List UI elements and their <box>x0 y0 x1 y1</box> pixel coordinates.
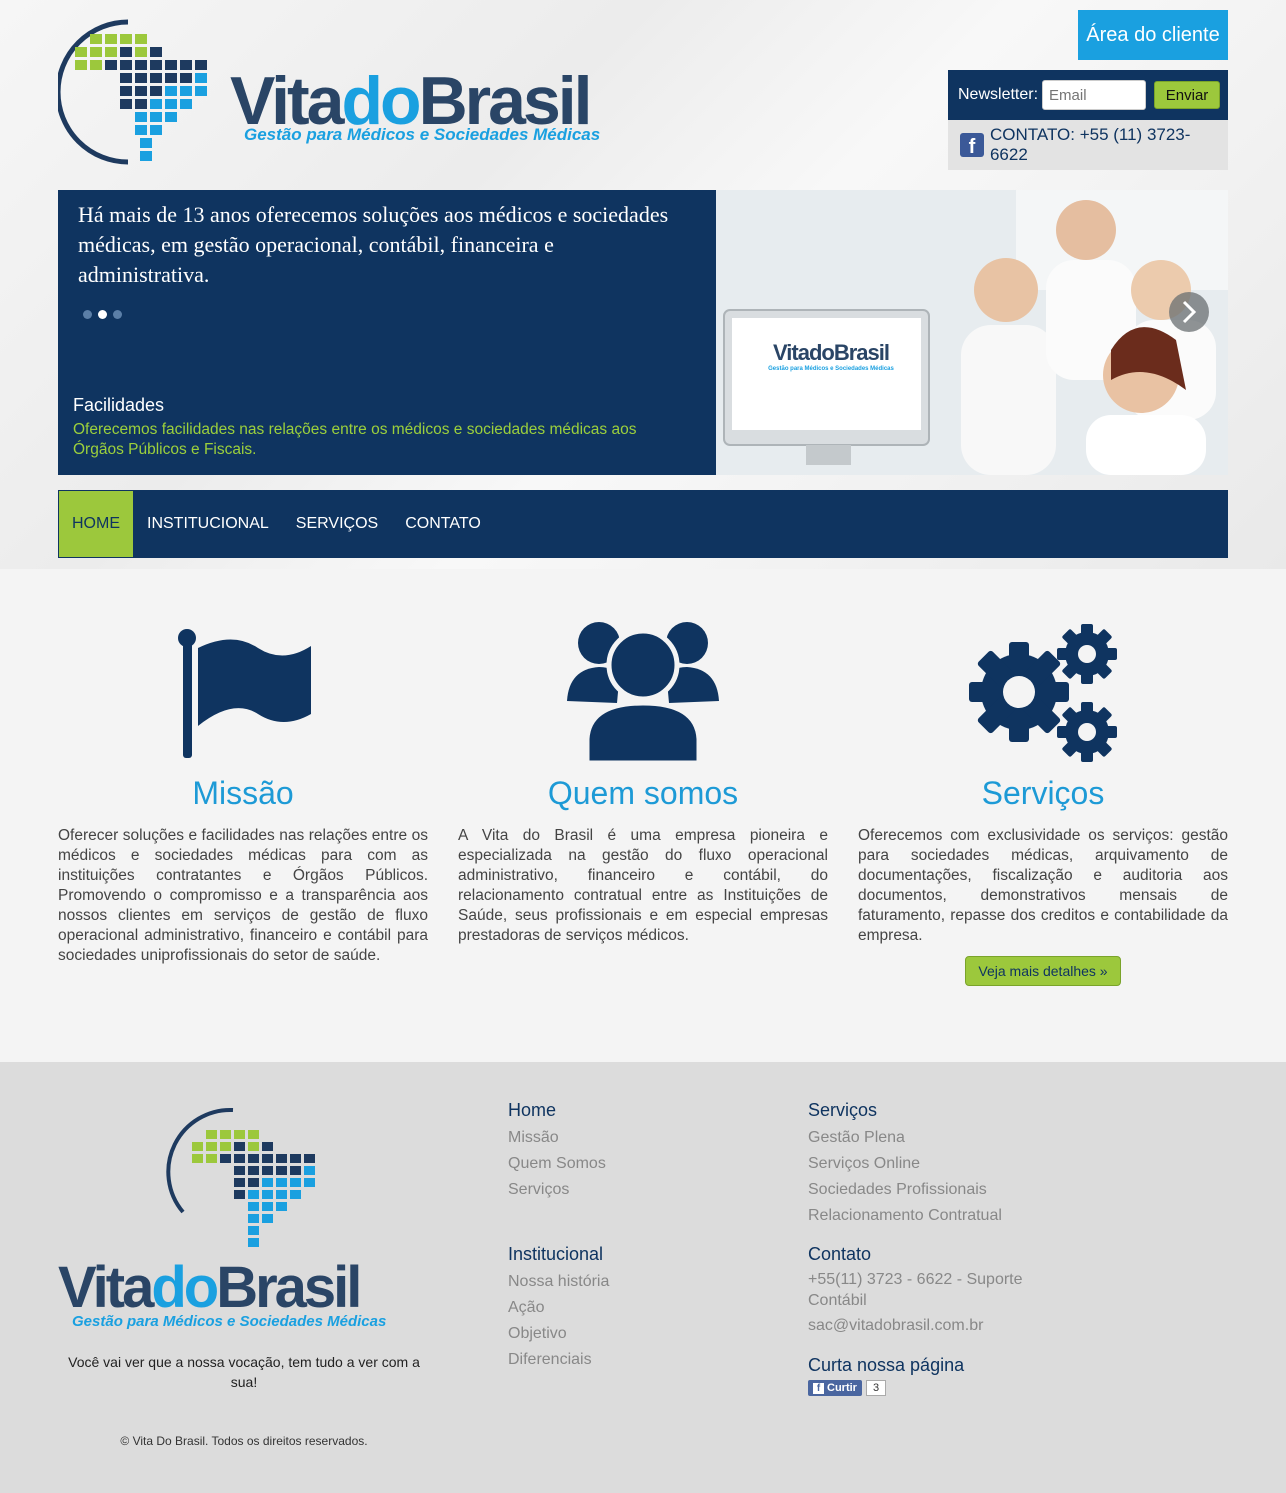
footer-link-gestao-plena[interactable]: Gestão Plena <box>808 1125 1002 1151</box>
footer-logo[interactable]: VitadoBrasil Gestão para Médicos e Socie… <box>58 1102 430 1332</box>
newsletter-send-button[interactable]: Enviar <box>1154 81 1221 109</box>
servicos-title: Serviços <box>981 775 1105 811</box>
footer-link-servicos-online[interactable]: Serviços Online <box>808 1151 1002 1177</box>
missao-text: Oferecer soluções e facilidades nas rela… <box>58 827 428 964</box>
footer-institucional-title[interactable]: Institucional <box>508 1244 609 1265</box>
footer-link-acao[interactable]: Ação <box>508 1295 609 1321</box>
footer-home-title[interactable]: Home <box>508 1100 606 1121</box>
footer-link-nossa-historia[interactable]: Nossa história <box>508 1269 609 1295</box>
slider-dot-active[interactable] <box>98 310 107 319</box>
features-section: Missão Oferecer soluções e facilidades n… <box>0 569 1286 1062</box>
footer-email-link[interactable]: sac@vitadobrasil.com.br <box>808 1313 1038 1339</box>
missao-title: Missão <box>192 775 294 811</box>
area-cliente-label: Área do cliente <box>1086 23 1220 46</box>
facilidades-text: Oferecemos facilidades nas relações entr… <box>73 421 637 458</box>
missao-column: Missão Oferecer soluções e facilidades n… <box>58 569 428 966</box>
quem-somos-column: Quem somos A Vita do Brasil é uma empres… <box>458 569 828 946</box>
facebook-like-count: 3 <box>865 1380 887 1396</box>
nav-institucional[interactable]: INSTITUCIONAL <box>134 491 282 557</box>
quem-somos-text: A Vita do Brasil é uma empresa pioneira … <box>458 827 828 944</box>
facilidades-title: Facilidades <box>73 395 165 415</box>
footer-contato-column: Contato +55(11) 3723 - 6622 - Suporte Co… <box>808 1244 1038 1396</box>
site-logo[interactable]: VitadoBrasil Gestão para Médicos e Socie… <box>55 12 638 172</box>
svg-text:VitadoBrasil: VitadoBrasil <box>58 1255 359 1320</box>
footer: VitadoBrasil Gestão para Médicos e Socie… <box>0 1062 1286 1493</box>
svg-text:Gestão para Médicos e Sociedad: Gestão para Médicos e Sociedades Médicas <box>72 1313 386 1330</box>
nav-servicos[interactable]: SERVIÇOS <box>283 491 391 557</box>
newsletter-bar: Newsletter: Enviar <box>948 70 1228 120</box>
hero-image-logo-text: VitadoBrasil <box>773 340 890 365</box>
servicos-text: Oferecemos com exclusividade os serviços… <box>858 827 1228 944</box>
gears-icon <box>858 617 1228 767</box>
footer-phone: +55(11) 3723 - 6622 - Suporte Contábil <box>808 1271 1023 1309</box>
area-cliente-button[interactable]: Área do cliente <box>1078 10 1228 60</box>
footer-link-sociedades-profissionais[interactable]: Sociedades Profissionais <box>808 1177 1002 1203</box>
veja-mais-button[interactable]: Veja mais detalhes » <box>965 956 1121 986</box>
svg-text:Gestão para Médicos e Sociedad: Gestão para Médicos e Sociedades Médicas <box>244 125 600 144</box>
contact-bar: f CONTATO: +55 (11) 3723-6622 <box>948 120 1228 170</box>
flag-icon <box>58 617 428 767</box>
contact-phone: CONTATO: +55 (11) 3723-6622 <box>989 125 1191 164</box>
newsletter-label: Newsletter: <box>958 86 1039 103</box>
footer-copyright: © Vita Do Brasil. Todos os direitos rese… <box>120 1434 368 1448</box>
footer-link-objetivo[interactable]: Objetivo <box>508 1321 609 1347</box>
facebook-like-label: Curtir <box>827 1382 857 1394</box>
footer-link-quem-somos[interactable]: Quem Somos <box>508 1151 606 1177</box>
users-icon <box>458 617 828 767</box>
facebook-like-widget: f Curtir 3 <box>808 1380 1038 1396</box>
slider-dot[interactable] <box>83 310 92 319</box>
footer-home-column: Home Missão Quem Somos Serviços <box>508 1100 606 1203</box>
hero-image: VitadoBrasil Gestão para Médicos e Socie… <box>716 190 1228 475</box>
hero-quote: Há mais de 13 anos oferecemos soluções a… <box>78 202 669 287</box>
quem-somos-title: Quem somos <box>547 775 739 811</box>
footer-servicos-column: Serviços Gestão Plena Serviços Online So… <box>808 1100 1002 1229</box>
facebook-icon[interactable]: f <box>960 133 984 157</box>
hero-image-logo: VitadoBrasil Gestão para Médicos e Socie… <box>746 340 916 372</box>
facebook-like-icon: f <box>813 1382 824 1394</box>
servicos-column: Serviços Oferecemos com exclusividade os… <box>858 569 1228 986</box>
footer-curta-title: Curta nossa página <box>808 1355 965 1375</box>
newsletter-email-input[interactable] <box>1042 80 1147 110</box>
nav-home[interactable]: HOME <box>59 491 133 557</box>
main-nav: HOME INSTITUCIONAL SERVIÇOS CONTATO <box>58 490 1228 558</box>
footer-servicos-title[interactable]: Serviços <box>808 1100 1002 1121</box>
facebook-like-button[interactable]: f Curtir <box>808 1380 862 1396</box>
footer-link-missao[interactable]: Missão <box>508 1125 606 1151</box>
nav-contato[interactable]: CONTATO <box>392 491 494 557</box>
footer-link-diferenciais[interactable]: Diferenciais <box>508 1347 609 1373</box>
slider-dots <box>83 310 122 319</box>
footer-link-servicos[interactable]: Serviços <box>508 1177 606 1203</box>
slider-next-icon[interactable] <box>1169 292 1209 332</box>
footer-institucional-column: Institucional Nossa história Ação Objeti… <box>508 1244 609 1373</box>
slider-dot[interactable] <box>113 310 122 319</box>
footer-tagline: Você vai ver que a nossa vocação, tem tu… <box>68 1354 420 1390</box>
footer-link-relacionamento-contratual[interactable]: Relacionamento Contratual <box>808 1203 1002 1229</box>
hero-image-tagline: Gestão para Médicos e Sociedades Médicas <box>768 366 894 372</box>
footer-contato-title[interactable]: Contato <box>808 1244 1038 1265</box>
hero-slider: Há mais de 13 anos oferecemos soluções a… <box>58 190 716 475</box>
